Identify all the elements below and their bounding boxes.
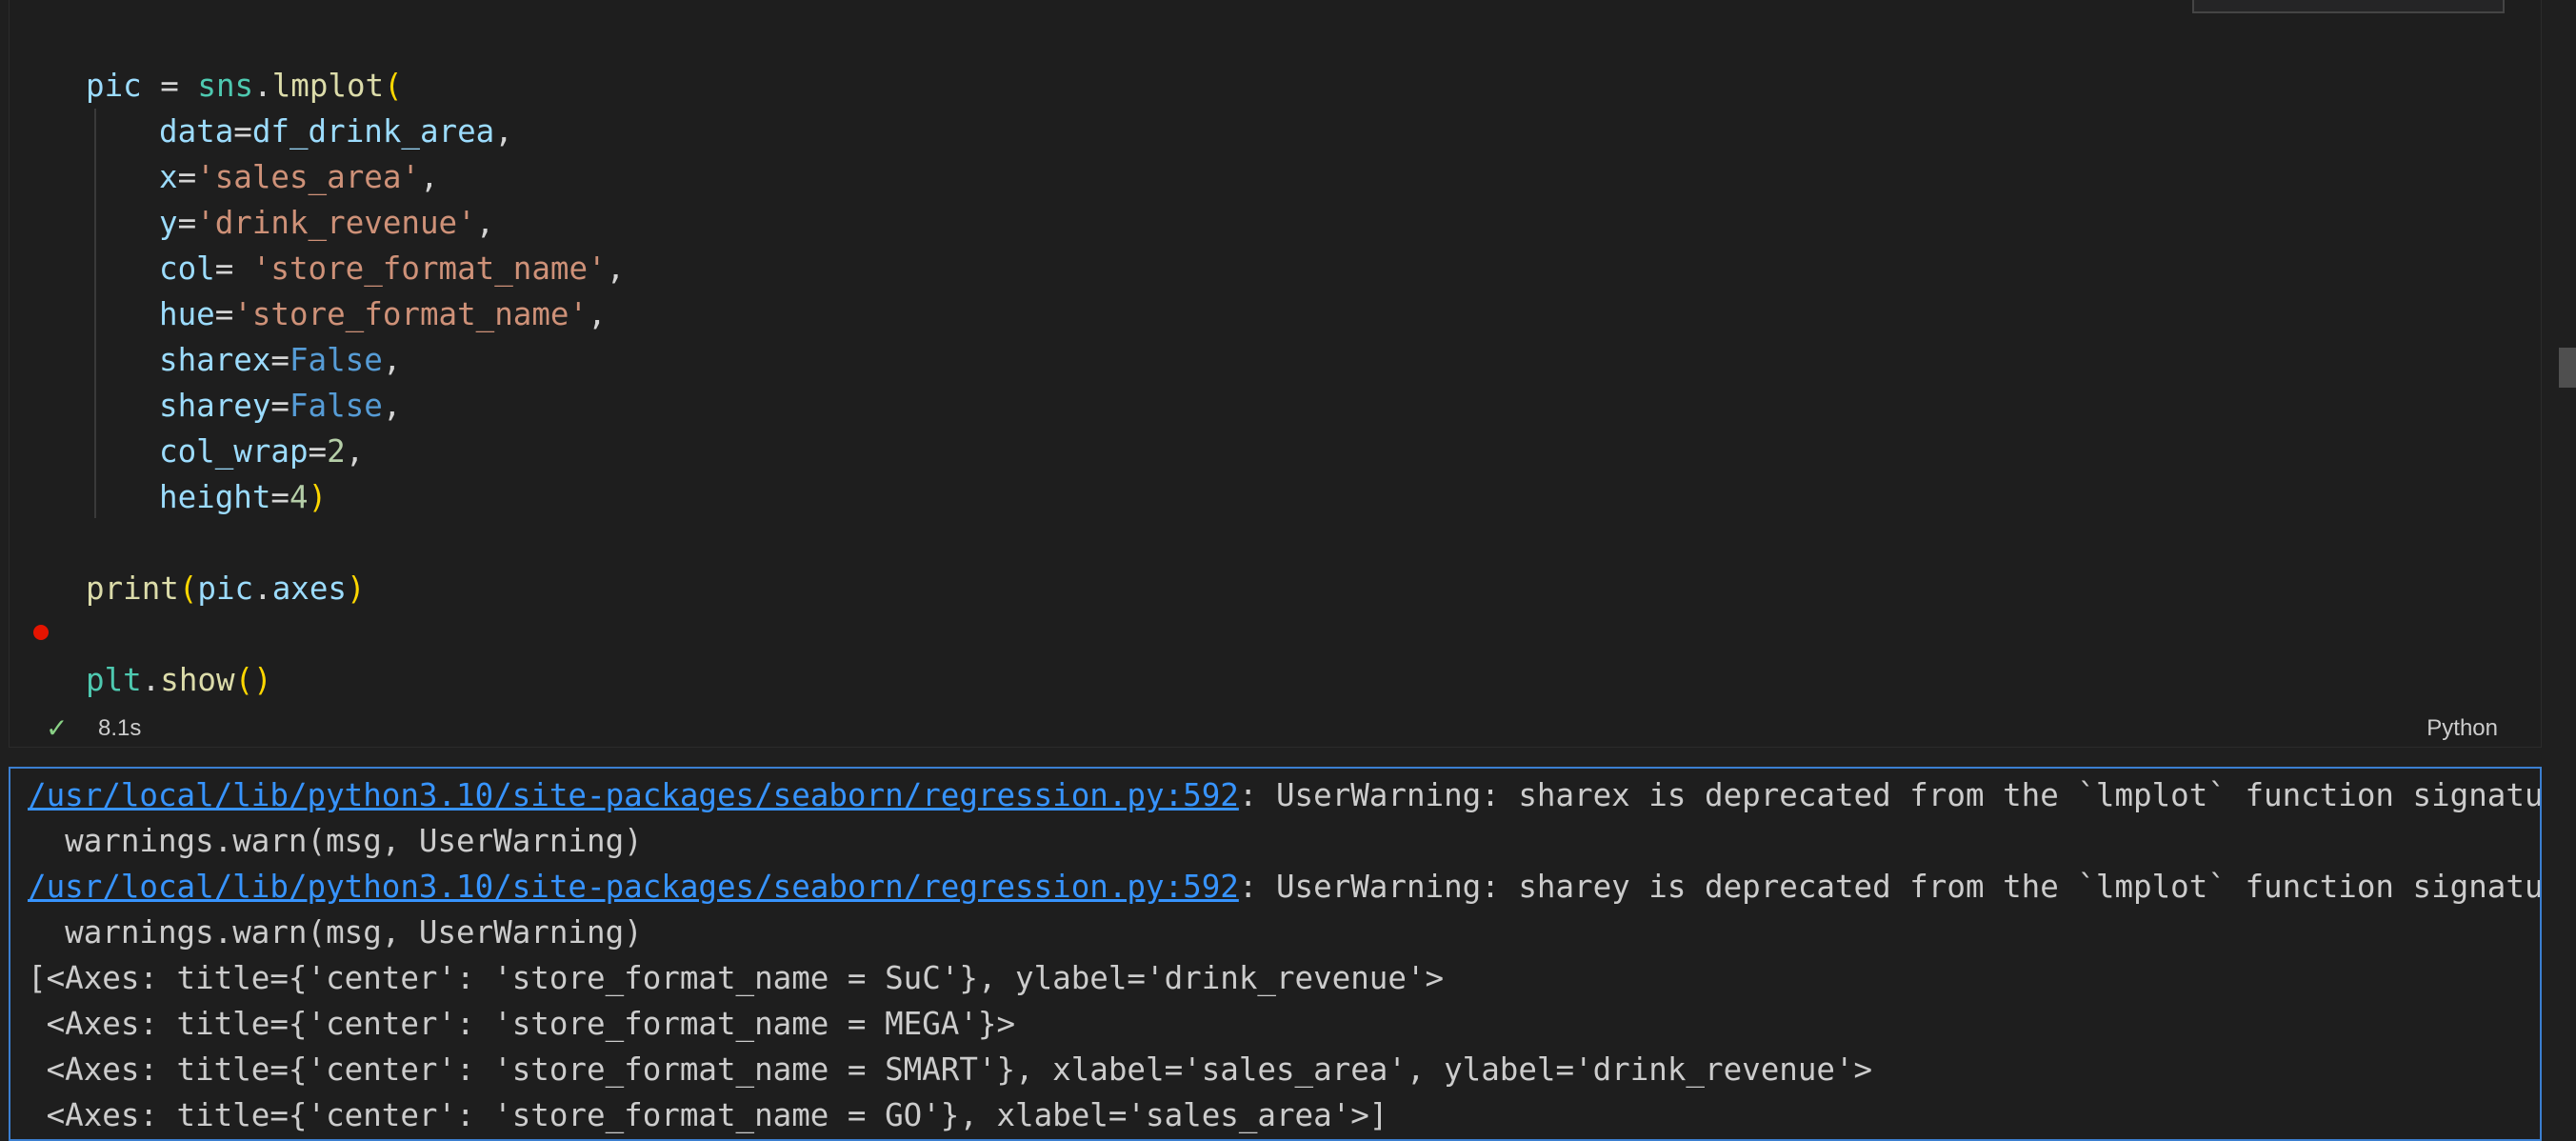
code-token: plt bbox=[86, 662, 142, 698]
code-token: = bbox=[177, 159, 197, 195]
code-token: pic bbox=[86, 68, 142, 104]
code-token: axes bbox=[271, 570, 347, 607]
code-token: pic bbox=[197, 570, 254, 607]
output-line: [<Axes: title={'center': 'store_format_n… bbox=[28, 960, 1445, 996]
output-line: <Axes: title={'center': 'store_format_na… bbox=[28, 1051, 1873, 1088]
code-token: 4 bbox=[289, 479, 309, 515]
code-token: hue bbox=[159, 296, 215, 332]
code-token: ( bbox=[178, 570, 198, 607]
code-token: show bbox=[160, 662, 235, 698]
warning-text: : UserWarning: sharey is deprecated from… bbox=[1238, 869, 2542, 905]
code-token: , bbox=[588, 296, 607, 332]
code-token: , bbox=[382, 342, 402, 378]
code-token: 'store_format_name' bbox=[251, 250, 607, 287]
code-token: data bbox=[159, 113, 234, 150]
code-token: , bbox=[419, 159, 439, 195]
file-link[interactable]: /usr/local/lib/python3.10/site-packages/… bbox=[28, 869, 1239, 905]
code-token: , bbox=[382, 388, 402, 424]
code-token: , bbox=[345, 433, 365, 470]
code-line[interactable]: sharex=False, bbox=[159, 337, 401, 383]
file-link[interactable]: /usr/local/lib/python3.10/site-packages/… bbox=[28, 777, 1239, 813]
code-token: height bbox=[159, 479, 271, 515]
code-line[interactable]: col= 'store_format_name', bbox=[159, 246, 625, 291]
code-line[interactable]: data=df_drink_area, bbox=[159, 109, 513, 154]
code-token: df_drink_area bbox=[251, 113, 495, 150]
code-line[interactable]: height=4) bbox=[159, 474, 327, 520]
output-line: /usr/local/lib/python3.10/site-packages/… bbox=[28, 864, 2542, 910]
warning-text: : UserWarning: sharex is deprecated from… bbox=[1238, 777, 2542, 813]
check-icon: ✓ bbox=[46, 712, 69, 744]
code-token: , bbox=[606, 250, 626, 287]
code-token: False bbox=[289, 388, 383, 424]
code-token: 'store_format_name' bbox=[233, 296, 589, 332]
output-line: warnings.warn(msg, UserWarning) bbox=[28, 823, 643, 859]
indent-guide bbox=[94, 109, 96, 518]
find-widget bbox=[2192, 0, 2505, 13]
code-line[interactable]: sharey=False, bbox=[159, 383, 401, 429]
code-token: = bbox=[233, 113, 252, 150]
code-line[interactable]: y='drink_revenue', bbox=[159, 200, 494, 246]
code-token: . bbox=[253, 570, 272, 607]
code-line[interactable]: x='sales_area', bbox=[159, 154, 439, 200]
code-token: = bbox=[270, 342, 290, 378]
code-token: False bbox=[289, 342, 383, 378]
cell-output: /usr/local/lib/python3.10/site-packages/… bbox=[9, 767, 2542, 1141]
code-line[interactable]: col_wrap=2, bbox=[159, 429, 364, 474]
code-token: = bbox=[177, 205, 197, 241]
code-token: = bbox=[270, 388, 290, 424]
code-cell[interactable]: pic = sns.lmplot( data=df_drink_area, x=… bbox=[9, 0, 2542, 748]
code-line[interactable]: print(pic.axes) bbox=[86, 566, 366, 611]
code-token: sns bbox=[197, 68, 254, 104]
code-token: = bbox=[141, 68, 198, 104]
code-line[interactable]: plt.show() bbox=[86, 657, 272, 703]
code-token: , bbox=[475, 205, 495, 241]
code-token: = bbox=[308, 433, 328, 470]
output-line: <Axes: title={'center': 'store_format_na… bbox=[28, 1006, 1016, 1042]
code-token: print bbox=[86, 570, 179, 607]
code-token: . bbox=[141, 662, 161, 698]
code-token: y bbox=[159, 205, 178, 241]
code-token: 'sales_area' bbox=[196, 159, 420, 195]
code-token: sharex bbox=[159, 342, 271, 378]
code-token: ( bbox=[384, 68, 403, 104]
code-line[interactable]: pic = sns.lmplot( bbox=[86, 63, 403, 109]
output-line: warnings.warn(msg, UserWarning) bbox=[28, 914, 643, 951]
code-token: col bbox=[159, 250, 215, 287]
code-token: () bbox=[234, 662, 272, 698]
code-token: = bbox=[214, 250, 252, 287]
scrollbar-thumb[interactable] bbox=[2559, 348, 2576, 388]
output-line: <Axes: title={'center': 'store_format_na… bbox=[28, 1097, 1388, 1133]
code-token: col_wrap bbox=[159, 433, 309, 470]
code-token: = bbox=[214, 296, 234, 332]
execution-time: 8.1s bbox=[98, 715, 142, 741]
code-token: , bbox=[494, 113, 513, 150]
code-token: ) bbox=[308, 479, 328, 515]
code-line[interactable]: hue='store_format_name', bbox=[159, 291, 607, 337]
language-picker[interactable]: Python bbox=[2426, 710, 2498, 748]
code-token: sharey bbox=[159, 388, 271, 424]
code-token: 2 bbox=[327, 433, 346, 470]
code-token: 'drink_revenue' bbox=[196, 205, 476, 241]
code-token: . bbox=[253, 68, 272, 104]
code-token: = bbox=[270, 479, 290, 515]
output-line: /usr/local/lib/python3.10/site-packages/… bbox=[28, 772, 2542, 818]
breakpoint-icon[interactable] bbox=[33, 625, 49, 640]
code-token: x bbox=[159, 159, 178, 195]
code-token: ) bbox=[346, 570, 366, 607]
code-token: lmplot bbox=[271, 68, 385, 104]
